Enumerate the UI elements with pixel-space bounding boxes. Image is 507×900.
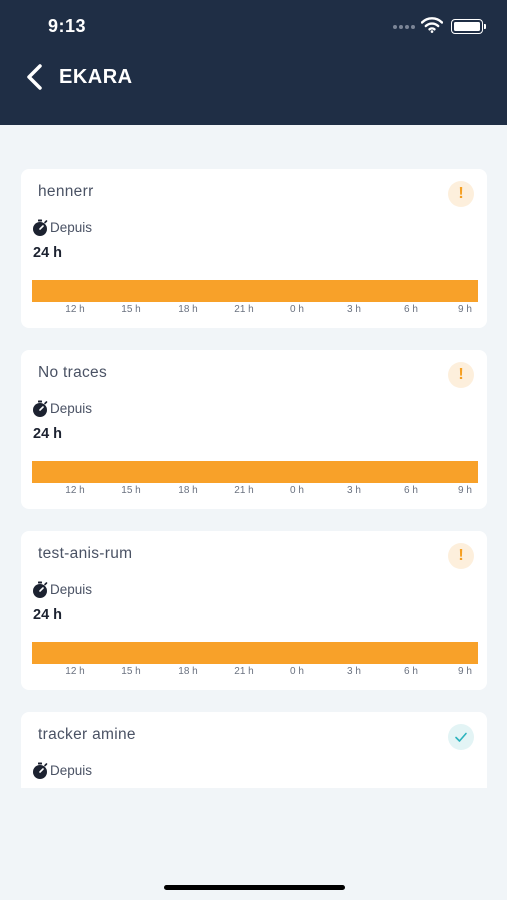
stopwatch-icon (33, 219, 48, 236)
timeline-tick-label: 12 h (65, 304, 85, 315)
timeline-tick-label: 9 h (458, 485, 472, 496)
since-label: Depuis (50, 763, 93, 778)
timeline-tick-label: 18 h (178, 666, 198, 677)
since-label: Depuis (50, 582, 93, 597)
timeline-tick-label: 9 h (458, 666, 472, 677)
timeline-tick-label: 21 h (234, 666, 254, 677)
warning-icon: ! (448, 543, 474, 569)
availability-timeline-bar (32, 461, 478, 483)
duration-value: 24 h (33, 245, 63, 261)
timeline-tick-label: 0 h (290, 485, 304, 496)
timeline-tick-label: 21 h (234, 485, 254, 496)
stopwatch-icon (33, 762, 48, 779)
home-indicator[interactable] (164, 885, 345, 890)
monitor-card[interactable]: tracker amine Depuis (21, 712, 487, 788)
cellular-signal-icon (393, 24, 415, 30)
battery-icon (451, 19, 486, 34)
timeline-tick-label: 0 h (290, 304, 304, 315)
timeline-tick-label: 6 h (404, 304, 418, 315)
monitor-name: No traces (38, 364, 108, 381)
availability-timeline-bar (32, 642, 478, 664)
timeline-tick-label: 3 h (347, 666, 361, 677)
warning-icon: ! (448, 362, 474, 388)
timeline-tick-label: 15 h (121, 666, 141, 677)
timeline-tick-label: 9 h (458, 304, 472, 315)
timeline-tick-label: 6 h (404, 666, 418, 677)
page-title: EKARA (59, 66, 133, 88)
monitor-card[interactable]: No traces ! Depuis 24 h 12 h 15 h 18 h 2… (21, 350, 487, 509)
duration-value: 24 h (33, 607, 63, 623)
timeline-tick-label: 6 h (404, 485, 418, 496)
timeline-tick-label: 21 h (234, 304, 254, 315)
timeline-tick-label: 18 h (178, 304, 198, 315)
warning-icon: ! (448, 181, 474, 207)
timeline-tick-label: 3 h (347, 485, 361, 496)
back-chevron-icon[interactable] (24, 62, 46, 92)
monitor-name: hennerr (38, 183, 94, 200)
timeline-tick-label: 12 h (65, 666, 85, 677)
timeline-tick-label: 15 h (121, 485, 141, 496)
availability-timeline-bar (32, 280, 478, 302)
wifi-icon (421, 17, 443, 33)
app-header: 9:13 EKARA (0, 0, 507, 125)
since-label: Depuis (50, 401, 93, 416)
timeline-tick-label: 3 h (347, 304, 361, 315)
timeline-tick-label: 0 h (290, 666, 304, 677)
timeline-tick-label: 15 h (121, 304, 141, 315)
since-label: Depuis (50, 220, 93, 235)
monitor-name: test-anis-rum (38, 545, 133, 562)
status-bar-time: 9:13 (48, 16, 87, 36)
timeline-tick-label: 12 h (65, 485, 85, 496)
stopwatch-icon (33, 400, 48, 417)
timeline-tick-label: 18 h (178, 485, 198, 496)
monitor-card[interactable]: hennerr ! Depuis 24 h 12 h 15 h 18 h 21 … (21, 169, 487, 328)
checkmark-icon (448, 724, 474, 750)
monitor-card[interactable]: test-anis-rum ! Depuis 24 h 12 h 15 h 18… (21, 531, 487, 690)
duration-value: 24 h (33, 426, 63, 442)
monitor-list[interactable]: hennerr ! Depuis 24 h 12 h 15 h 18 h 21 … (0, 125, 507, 788)
monitor-name: tracker amine (38, 726, 136, 743)
stopwatch-icon (33, 581, 48, 598)
